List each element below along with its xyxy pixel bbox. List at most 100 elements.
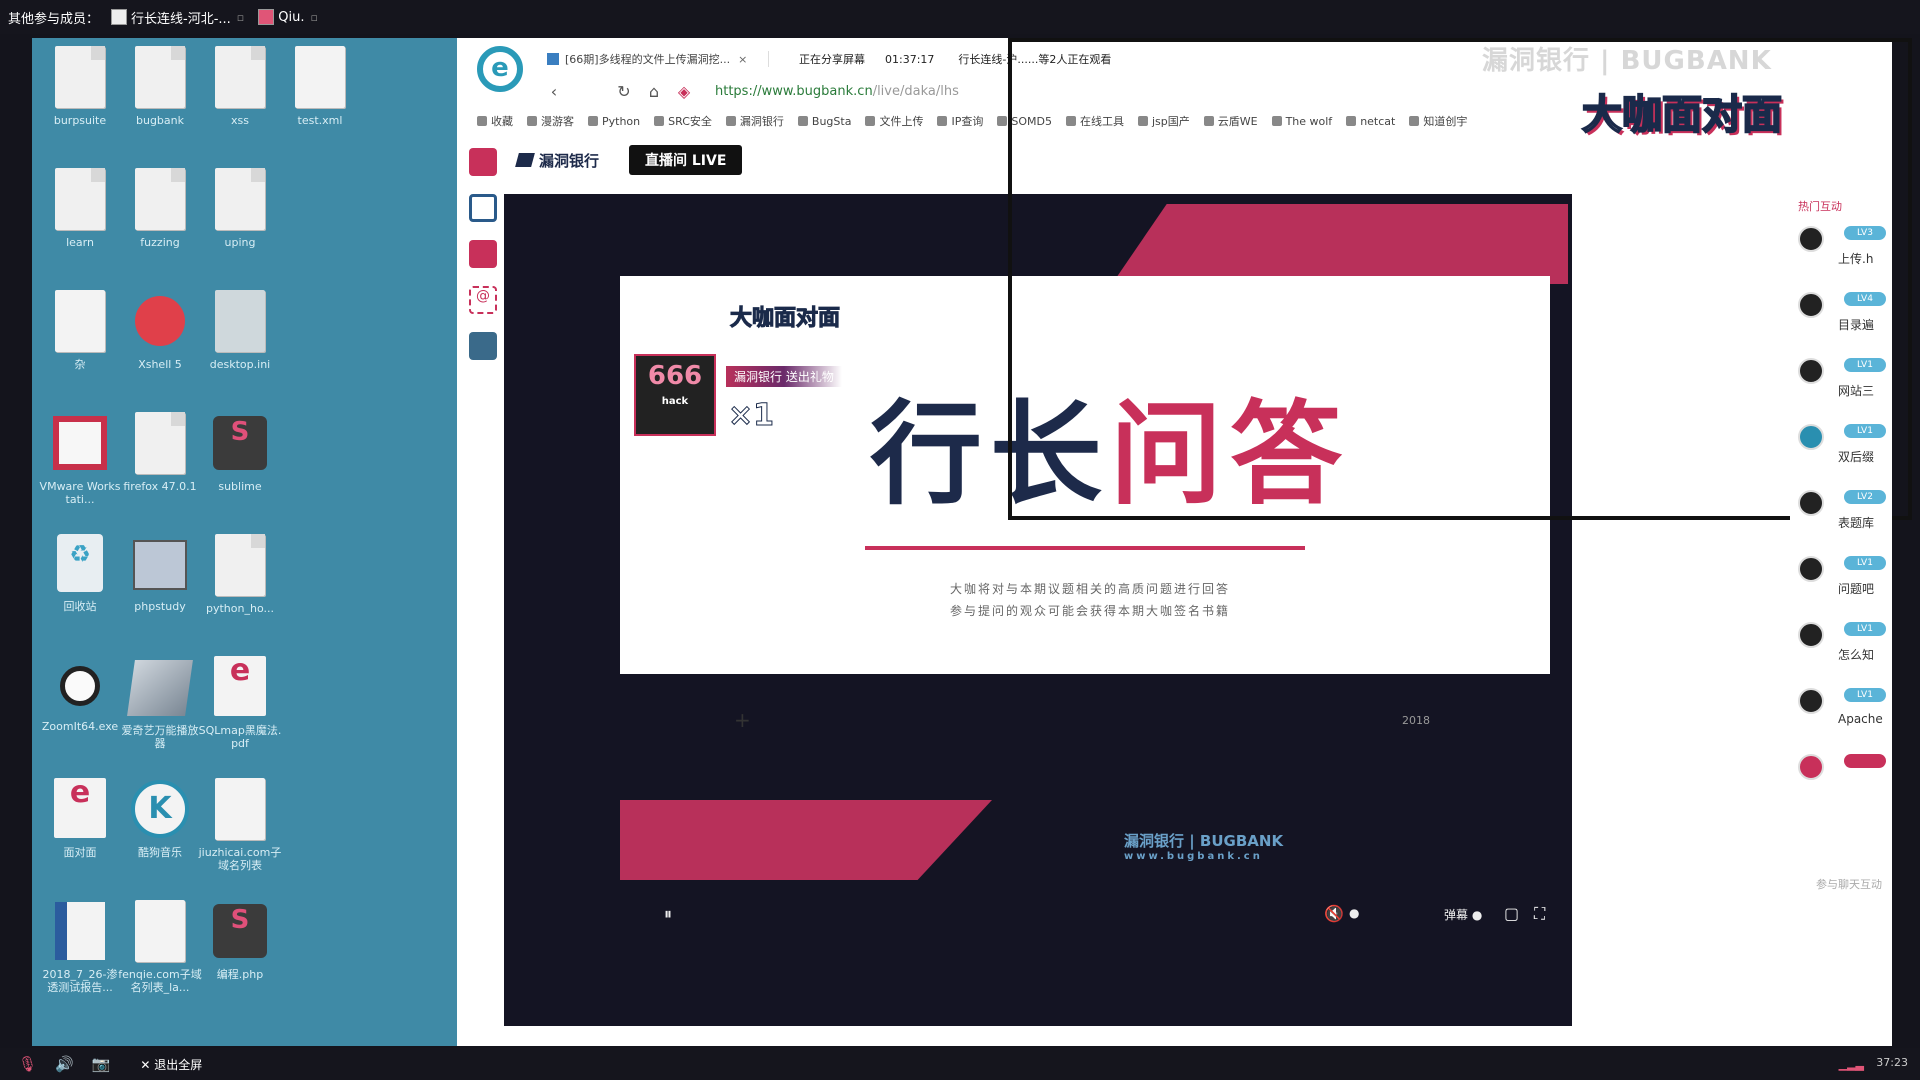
mute-icon[interactable]: 🔇 [1324, 904, 1344, 923]
chat-message: LV1 双后缀 [1798, 418, 1892, 484]
bookmark-item[interactable]: 文件上传 [865, 113, 923, 129]
bookmark-item[interactable]: 收藏 [477, 113, 513, 129]
url-host: https://www.bugbank.cn [715, 83, 873, 99]
close-tab-icon[interactable]: × [738, 53, 747, 66]
slide-year: 2018 [1402, 714, 1430, 727]
avatar[interactable] [1798, 754, 1824, 780]
pin-icon[interactable]: ▫ [237, 11, 244, 24]
bookmark-item[interactable]: BugSta [797, 115, 851, 128]
gift-count: ×1 [727, 398, 775, 434]
icon-label: burpsuite [53, 114, 107, 127]
desktop-icon-xshell[interactable]: Xshell 5 [118, 290, 202, 371]
chat-message: LV1 问题吧 [1798, 550, 1892, 616]
sidebar-eye-icon[interactable] [469, 240, 497, 268]
danmaku-toggle[interactable]: 弹幕 ● [1444, 906, 1482, 923]
camera-off-icon[interactable]: 📷 [92, 1055, 111, 1073]
avatar[interactable] [1798, 424, 1824, 450]
icon-label: python_ho... [206, 602, 274, 615]
address-bar[interactable]: https://www.bugbank.cn/live/daka/lhs [715, 84, 959, 99]
brand-text: 漏洞银行 [539, 151, 600, 170]
bookmark-item[interactable]: IP查询 [937, 113, 983, 129]
desktop-icon-test-xml[interactable]: test.xml [278, 46, 362, 127]
desktop-icon-uping[interactable]: uping [198, 168, 282, 249]
bookmark-item[interactable]: 漏洞银行 [725, 113, 784, 129]
desktop-icon-fuzzing[interactable]: fuzzing [118, 168, 202, 249]
avatar[interactable] [1798, 556, 1824, 582]
settings-file-icon [215, 290, 265, 352]
avatar[interactable] [1798, 490, 1824, 516]
avatar[interactable] [1798, 688, 1824, 714]
tab-active[interactable]: [66期]多线程的文件上传漏洞挖... × [539, 51, 769, 67]
desktop-icon-report[interactable]: 2018_7_26-渗透测试报告... [38, 900, 122, 994]
avatar[interactable] [1798, 292, 1824, 318]
participant-1[interactable]: 行长连线-河北-... ▫ [111, 8, 244, 27]
desktop-icon-iqiyi[interactable]: 爱奇艺万能播放器 [118, 656, 202, 750]
title-underline [865, 546, 1305, 550]
desktop-icon-vmware[interactable]: VMware Workstati... [38, 412, 122, 506]
bookmark-label: 文件上传 [879, 115, 924, 128]
back-icon[interactable]: ‹ [539, 82, 569, 101]
desktop-icon-sqlmap-pdf[interactable]: SQLmap黑魔法.pdf [198, 656, 282, 750]
show-logo: 大咖面对面 [729, 306, 841, 332]
desktop-icon-sublime[interactable]: sublime [198, 412, 282, 493]
desktop-icon-firefox[interactable]: firefox 47.0.1 [118, 412, 202, 493]
desktop-icon-burpsuite[interactable]: burpsuite [38, 46, 122, 127]
desktop-icon-recycle-bin[interactable]: 回收站 [38, 534, 122, 613]
bookmark-label: 漫游客 [541, 115, 574, 128]
bookmark-item[interactable]: 漫游客 [527, 113, 574, 129]
pdf-icon [214, 656, 266, 716]
screen-share-frame [1008, 38, 1912, 520]
desktop-icon-kugou[interactable]: K 酷狗音乐 [118, 778, 202, 859]
speaker-icon[interactable]: 🔊 [55, 1055, 74, 1073]
chat-join-link[interactable]: 参与聊天互动 [1816, 876, 1882, 892]
desktop-icon-php-file[interactable]: 编程.php [198, 900, 282, 981]
chat-message [1798, 748, 1892, 814]
mic-off-icon[interactable]: 🎙 [18, 1055, 37, 1073]
icon-label: 酷狗音乐 [138, 846, 182, 859]
desktop-icon-zoomit[interactable]: ZoomIt64.exe [38, 656, 122, 733]
pin-icon[interactable]: ▫ [310, 11, 317, 24]
bookmark-item[interactable]: SRC安全 [654, 113, 712, 129]
bookmark-icon [527, 116, 537, 126]
chat-text: 目录遍 [1838, 318, 1875, 332]
sidebar-note-icon[interactable] [469, 194, 497, 222]
desktop-icon-python[interactable]: python_ho... [198, 534, 282, 615]
fullscreen-icon[interactable]: ⛶ [1534, 904, 1545, 924]
desktop-icon-bugbank[interactable]: bugbank [118, 46, 202, 127]
avatar[interactable] [1798, 622, 1824, 648]
desktop-icon-face[interactable]: 面对面 [38, 778, 122, 859]
level-badge: LV3 [1844, 226, 1886, 240]
desktop-icon-xss[interactable]: xss [198, 46, 282, 127]
chat-message: LV1 网站三 [1798, 352, 1892, 418]
bugbank-logo-icon [515, 153, 535, 167]
sidebar-app-icon[interactable] [469, 332, 497, 360]
icon-label: desktop.ini [209, 358, 271, 371]
desktop-icon-phpstudy[interactable]: phpstudy [118, 534, 202, 613]
desktop-icon-misc[interactable]: 杂 [38, 290, 122, 371]
volume-slider[interactable]: ● [1349, 906, 1359, 920]
browser-logo-icon[interactable]: e [477, 46, 523, 92]
avatar[interactable] [1798, 226, 1824, 252]
exit-fullscreen-button[interactable]: ✕ 退出全屏 [140, 1056, 202, 1073]
desktop-icon-fenqie[interactable]: fenqie.com子域名列表_la... [118, 900, 202, 994]
pip-icon[interactable]: ▢ [1504, 904, 1519, 923]
reload-icon[interactable]: ↻ [609, 82, 639, 101]
home-icon[interactable]: ⌂ [639, 82, 669, 101]
file-icon [295, 46, 345, 108]
desktop-icon-learn[interactable]: learn [38, 168, 122, 249]
pause-icon[interactable]: ⏸ [664, 904, 672, 924]
desktop-icon-subdomain-list[interactable]: jiuzhicai.com子域名列表 [198, 778, 282, 872]
folder-icon [55, 168, 105, 230]
bookmark-icon [477, 116, 487, 126]
live-room-button[interactable]: 直播间 LIVE [629, 145, 743, 175]
avatar[interactable] [1798, 358, 1824, 384]
level-badge: LV1 [1844, 688, 1886, 702]
sidebar-at-icon[interactable]: @ [469, 286, 497, 314]
danmaku-label: 弹幕 [1444, 908, 1469, 922]
desktop-icon-desktop-ini[interactable]: desktop.ini [198, 290, 282, 371]
participant-2[interactable]: Qiu. ▫ [258, 9, 318, 25]
participant-name: Qiu. [278, 9, 305, 25]
bookmark-item[interactable]: Python [588, 115, 640, 128]
sidebar-home-icon[interactable] [469, 148, 497, 176]
site-brand[interactable]: 漏洞银行 [515, 150, 600, 171]
